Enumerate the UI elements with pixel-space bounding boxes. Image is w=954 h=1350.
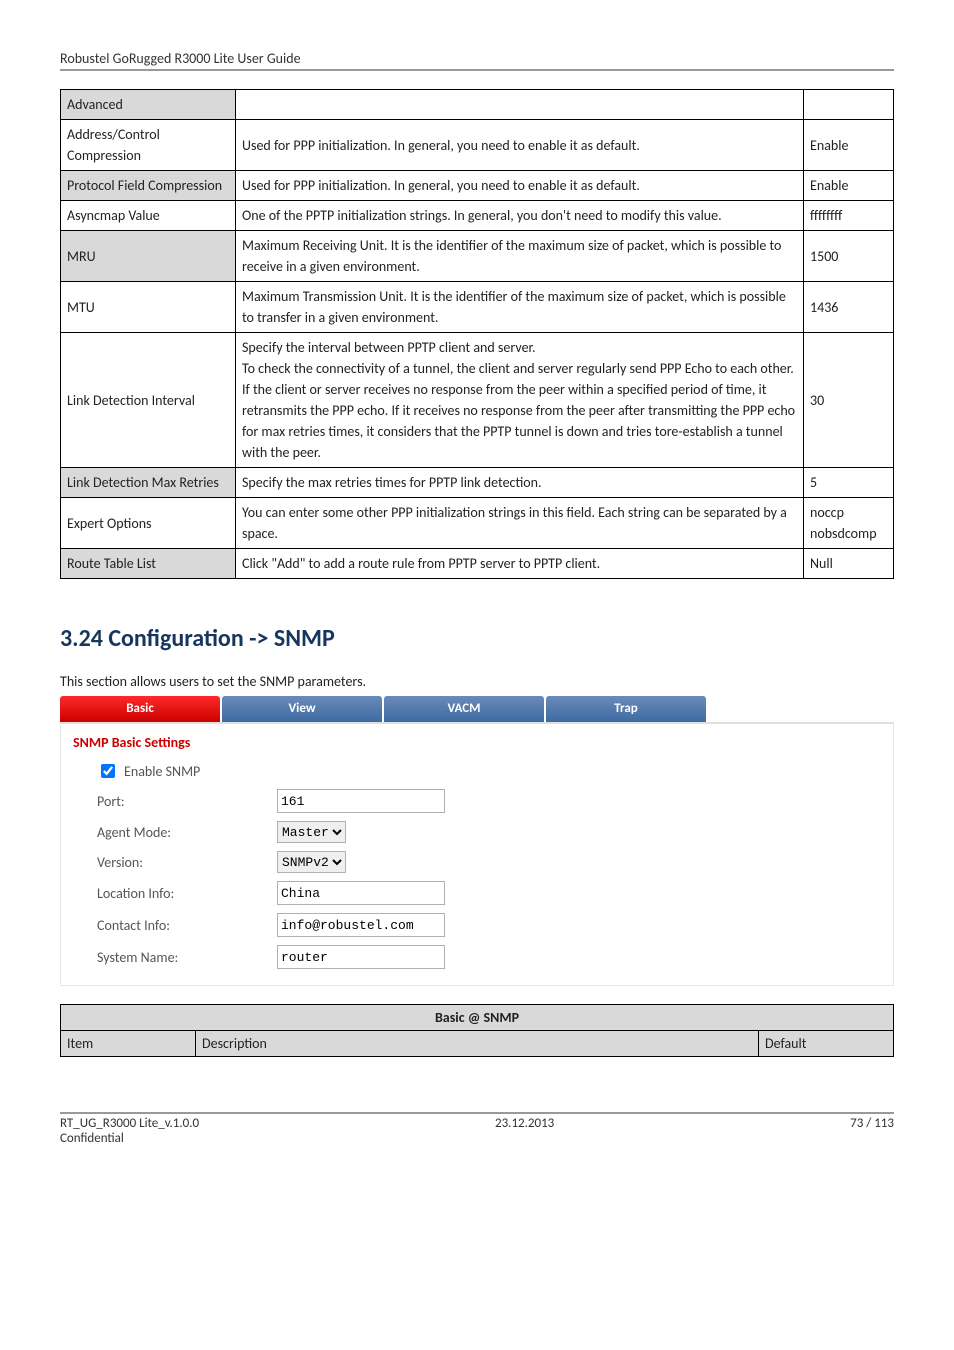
small-th-item: Item bbox=[61, 1031, 196, 1057]
table-cell: Used for PPP initialization. In general,… bbox=[236, 120, 804, 171]
location-label: Location Info: bbox=[97, 885, 277, 902]
footer-rule bbox=[60, 1112, 894, 1114]
row-port: Port: bbox=[71, 785, 883, 817]
table-cell: Enable bbox=[804, 120, 894, 171]
page-footer: RT_UG_R3000 Lite_v.1.0.0 Confidential 23… bbox=[60, 1116, 894, 1146]
table-cell: MRU bbox=[61, 231, 236, 282]
small-th-def: Default bbox=[759, 1031, 894, 1057]
snmp-panel: SNMP Basic Settings Enable SNMP Port: Ag… bbox=[60, 724, 894, 986]
table-cell: MTU bbox=[61, 282, 236, 333]
tab-basic[interactable]: Basic bbox=[60, 696, 220, 722]
footer-left2: Confidential bbox=[60, 1131, 124, 1146]
small-th-desc: Description bbox=[196, 1031, 759, 1057]
table-cell: Asyncmap Value bbox=[61, 201, 236, 231]
table-cell: Maximum Receiving Unit. It is the identi… bbox=[236, 231, 804, 282]
table-cell: Specify the interval between PPTP client… bbox=[236, 333, 804, 468]
section-heading: 3.24 Configuration -> SNMP bbox=[60, 624, 894, 653]
table-cell: Protocol Field Compression bbox=[61, 171, 236, 201]
row-system: System Name: bbox=[71, 941, 883, 973]
enable-snmp-checkbox[interactable] bbox=[101, 764, 115, 778]
table-cell: You can enter some other PPP initializat… bbox=[236, 498, 804, 549]
table-cell: Used for PPP initialization. In general,… bbox=[236, 171, 804, 201]
location-input[interactable] bbox=[277, 881, 445, 905]
footer-left1: RT_UG_R3000 Lite_v.1.0.0 bbox=[60, 1116, 199, 1131]
table-cell: Route Table List bbox=[61, 549, 236, 579]
table-cell: 1500 bbox=[804, 231, 894, 282]
table-cell: Null bbox=[804, 549, 894, 579]
table-cell: One of the PPTP initialization strings. … bbox=[236, 201, 804, 231]
table-cell: Link Detection Max Retries bbox=[61, 468, 236, 498]
enable-snmp-row: Enable SNMP bbox=[71, 757, 883, 785]
enable-snmp-label: Enable SNMP bbox=[124, 763, 200, 780]
table-cell: Click "Add" to add a route rule from PPT… bbox=[236, 549, 804, 579]
table-cell: Expert Options bbox=[61, 498, 236, 549]
row-version: Version: SNMPv2 bbox=[71, 847, 883, 877]
row-contact: Contact Info: bbox=[71, 909, 883, 941]
table-cell: Specify the max retries times for PPTP l… bbox=[236, 468, 804, 498]
system-input[interactable] bbox=[277, 945, 445, 969]
port-label: Port: bbox=[97, 793, 277, 810]
version-select[interactable]: SNMPv2 bbox=[277, 851, 346, 873]
table-cell: noccp nobsdcomp bbox=[804, 498, 894, 549]
agent-select[interactable]: Master bbox=[277, 821, 346, 843]
version-label: Version: bbox=[97, 854, 277, 871]
contact-input[interactable] bbox=[277, 913, 445, 937]
table-cell: Advanced bbox=[61, 90, 236, 120]
agent-label: Agent Mode: bbox=[97, 824, 277, 841]
table-cell: Enable bbox=[804, 171, 894, 201]
table-cell: 5 bbox=[804, 468, 894, 498]
tab-strip: Basic View VACM Trap bbox=[60, 696, 894, 724]
small-table-caption: Basic @ SNMP bbox=[61, 1005, 894, 1031]
advanced-table: AdvancedAddress/Control CompressionUsed … bbox=[60, 89, 894, 579]
row-agent: Agent Mode: Master bbox=[71, 817, 883, 847]
basic-snmp-table: Basic @ SNMP Item Description Default bbox=[60, 1004, 894, 1057]
header-rule bbox=[60, 69, 894, 71]
contact-label: Contact Info: bbox=[97, 917, 277, 934]
table-cell: Link Detection Interval bbox=[61, 333, 236, 468]
table-cell bbox=[804, 90, 894, 120]
table-cell: Maximum Transmission Unit. It is the ide… bbox=[236, 282, 804, 333]
table-cell bbox=[236, 90, 804, 120]
page-header: Robustel GoRugged R3000 Lite User Guide bbox=[60, 50, 894, 67]
footer-right: 73 / 113 bbox=[850, 1116, 894, 1146]
panel-title: SNMP Basic Settings bbox=[71, 728, 883, 757]
table-cell: ffffffff bbox=[804, 201, 894, 231]
row-location: Location Info: bbox=[71, 877, 883, 909]
tab-view[interactable]: View bbox=[222, 696, 382, 722]
port-input[interactable] bbox=[277, 789, 445, 813]
table-cell: 30 bbox=[804, 333, 894, 468]
table-cell: Address/Control Compression bbox=[61, 120, 236, 171]
tab-trap[interactable]: Trap bbox=[546, 696, 706, 722]
system-label: System Name: bbox=[97, 949, 277, 966]
section-intro: This section allows users to set the SNM… bbox=[60, 673, 894, 690]
tab-vacm[interactable]: VACM bbox=[384, 696, 544, 722]
table-cell: 1436 bbox=[804, 282, 894, 333]
footer-center: 23.12.2013 bbox=[495, 1116, 554, 1146]
